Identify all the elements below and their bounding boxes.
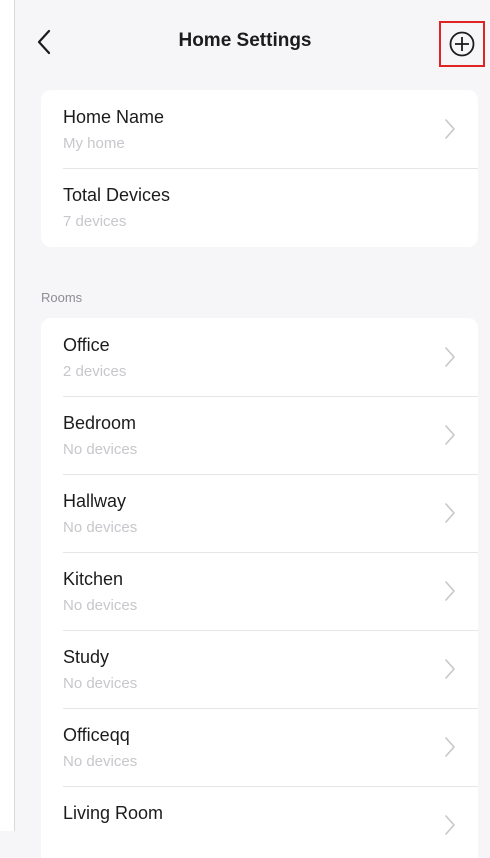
plus-circle-icon	[449, 31, 475, 57]
chevron-right-icon	[445, 737, 455, 757]
room-device-count: No devices	[63, 753, 138, 770]
chevron-right-icon	[445, 347, 455, 367]
chevron-right-icon	[445, 659, 455, 679]
rooms-list-card: Office 2 devices Bedroom No devices Hall…	[41, 318, 478, 858]
room-device-count: 2 devices	[63, 363, 127, 380]
room-device-count: No devices	[63, 441, 138, 458]
room-device-count: No devices	[63, 597, 138, 614]
room-row-office[interactable]: Office 2 devices	[41, 318, 478, 396]
navigation-header: Home Settings	[0, 0, 490, 86]
room-row-living-room[interactable]: Living Room	[41, 786, 478, 858]
total-devices-label: Total Devices	[63, 185, 171, 205]
room-row-bedroom[interactable]: Bedroom No devices	[41, 396, 478, 474]
room-name: Office	[63, 335, 110, 355]
home-name-label: Home Name	[63, 107, 165, 127]
room-name: Kitchen	[63, 569, 124, 589]
total-devices-row: Total Devices 7 devices	[41, 168, 478, 246]
rooms-section-label: Rooms	[41, 290, 83, 305]
chevron-right-icon	[445, 503, 455, 523]
page-title: Home Settings	[178, 30, 312, 51]
room-name: Study	[63, 647, 110, 667]
room-row-hallway[interactable]: Hallway No devices	[41, 474, 478, 552]
room-device-count: No devices	[63, 675, 138, 692]
room-name: Officeqq	[63, 725, 130, 745]
room-row-study[interactable]: Study No devices	[41, 630, 478, 708]
total-devices-value: 7 devices	[63, 213, 127, 230]
room-name: Living Room	[63, 803, 164, 823]
home-info-card: Home Name My home Total Devices 7 device…	[41, 90, 478, 247]
left-panel-edge	[0, 0, 15, 831]
room-device-count: No devices	[63, 519, 138, 536]
room-name: Bedroom	[63, 413, 137, 433]
chevron-right-icon	[445, 425, 455, 445]
add-room-button[interactable]	[439, 21, 485, 67]
room-name: Hallway	[63, 491, 127, 511]
chevron-right-icon	[445, 119, 455, 139]
chevron-right-icon	[445, 581, 455, 601]
home-name-value: My home	[63, 135, 125, 152]
room-row-officeqq[interactable]: Officeqq No devices	[41, 708, 478, 786]
room-row-kitchen[interactable]: Kitchen No devices	[41, 552, 478, 630]
chevron-right-icon	[445, 815, 455, 835]
home-name-row[interactable]: Home Name My home	[41, 90, 478, 168]
